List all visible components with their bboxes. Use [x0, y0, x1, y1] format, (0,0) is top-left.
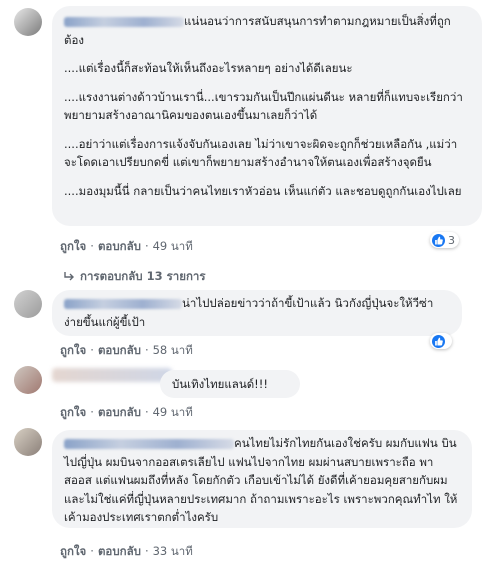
separator: · — [144, 343, 149, 357]
reaction-count[interactable]: 3 — [430, 232, 459, 248]
commenter-name[interactable] — [64, 16, 184, 27]
comment-actions: ถูกใจ · ตอบกลับ · 33 นาที — [60, 543, 193, 561]
timestamp[interactable]: 33 นาที — [153, 544, 193, 558]
replies-count-label: การตอบกลับ 13 รายการ — [80, 269, 206, 283]
commenter-name[interactable] — [64, 298, 182, 309]
avatar[interactable] — [14, 8, 42, 36]
view-replies-link[interactable]: การตอบกลับ 13 รายการ — [64, 268, 206, 286]
comment-bubble: น่าไปปล่อยข่าวว่าถ้าขี้เป้าแล้ว นิวกังญี… — [52, 290, 462, 336]
separator: · — [90, 239, 94, 253]
avatar[interactable] — [14, 428, 42, 456]
reply-link[interactable]: ตอบกลับ — [98, 343, 141, 357]
reaction-count[interactable] — [430, 333, 452, 349]
commenter-name[interactable] — [64, 438, 234, 449]
comment-text: คนไทยไม่รักไทยกันเองใช่ครับ ผมกับแฟน บิน… — [64, 436, 458, 524]
blurred-strip — [52, 368, 172, 382]
timestamp[interactable]: 49 นาที — [153, 239, 193, 253]
reply-link[interactable]: ตอบกลับ — [98, 239, 141, 253]
reply-link[interactable]: ตอบกลับ — [98, 405, 141, 419]
comment-text: บันเทิงไทยแลนด์!!! — [172, 377, 269, 391]
separator: · — [144, 544, 149, 558]
comment-bubble: แน่นอนว่าการสนับสนุนการทำตามกฎหมายเป็นสิ… — [52, 6, 482, 226]
thumbs-up-icon — [432, 334, 445, 348]
comment-text: ....แต่เรื่องนี้ก็สะท้อนให้เห็นถึงอะไรหล… — [64, 61, 353, 75]
avatar[interactable] — [14, 366, 42, 394]
comment-actions: ถูกใจ · ตอบกลับ · 58 นาที — [60, 342, 193, 360]
like-link[interactable]: ถูกใจ — [60, 405, 86, 419]
reaction-count-value: 3 — [448, 233, 455, 247]
separator: · — [90, 544, 94, 558]
like-link[interactable]: ถูกใจ — [60, 343, 86, 357]
comment-bubble: บันเทิงไทยแลนด์!!! — [160, 370, 300, 398]
thumbs-up-icon — [432, 233, 445, 247]
comment-actions: ถูกใจ · ตอบกลับ · 49 นาที — [60, 238, 193, 256]
comment-bubble: คนไทยไม่รักไทยกันเองใช่ครับ ผมกับแฟน บิน… — [52, 430, 472, 528]
separator: · — [144, 405, 149, 419]
like-link[interactable]: ถูกใจ — [60, 544, 86, 558]
comment-text: ....มองมุมนี้นี่ กลายเป็นว่าคนไทยเราหัวอ… — [64, 183, 462, 198]
comment-text: ....แรงงานต่างด้าวบ้านเรานี่...เขารวมกัน… — [64, 89, 463, 123]
like-link[interactable]: ถูกใจ — [60, 239, 86, 253]
separator: · — [90, 343, 94, 357]
comment-text: ....อย่าว่าแต่เรื่องการแจ้งจับกันเองเลย … — [64, 136, 458, 170]
reply-link[interactable]: ตอบกลับ — [98, 544, 141, 558]
comment-text: น่าไปปล่อยข่าวว่าถ้าขี้เป้าแล้ว นิวกังญี… — [64, 296, 434, 329]
separator: · — [144, 239, 149, 253]
timestamp[interactable]: 49 นาที — [153, 405, 193, 419]
comment-text: แน่นอนว่าการสนับสนุนการทำตามกฎหมายเป็นสิ… — [64, 14, 451, 47]
separator: · — [90, 405, 94, 419]
avatar[interactable] — [14, 290, 42, 318]
reply-arrow-icon — [64, 272, 74, 281]
timestamp[interactable]: 58 นาที — [153, 343, 193, 357]
comment-actions: ถูกใจ · ตอบกลับ · 49 นาที — [60, 404, 193, 422]
